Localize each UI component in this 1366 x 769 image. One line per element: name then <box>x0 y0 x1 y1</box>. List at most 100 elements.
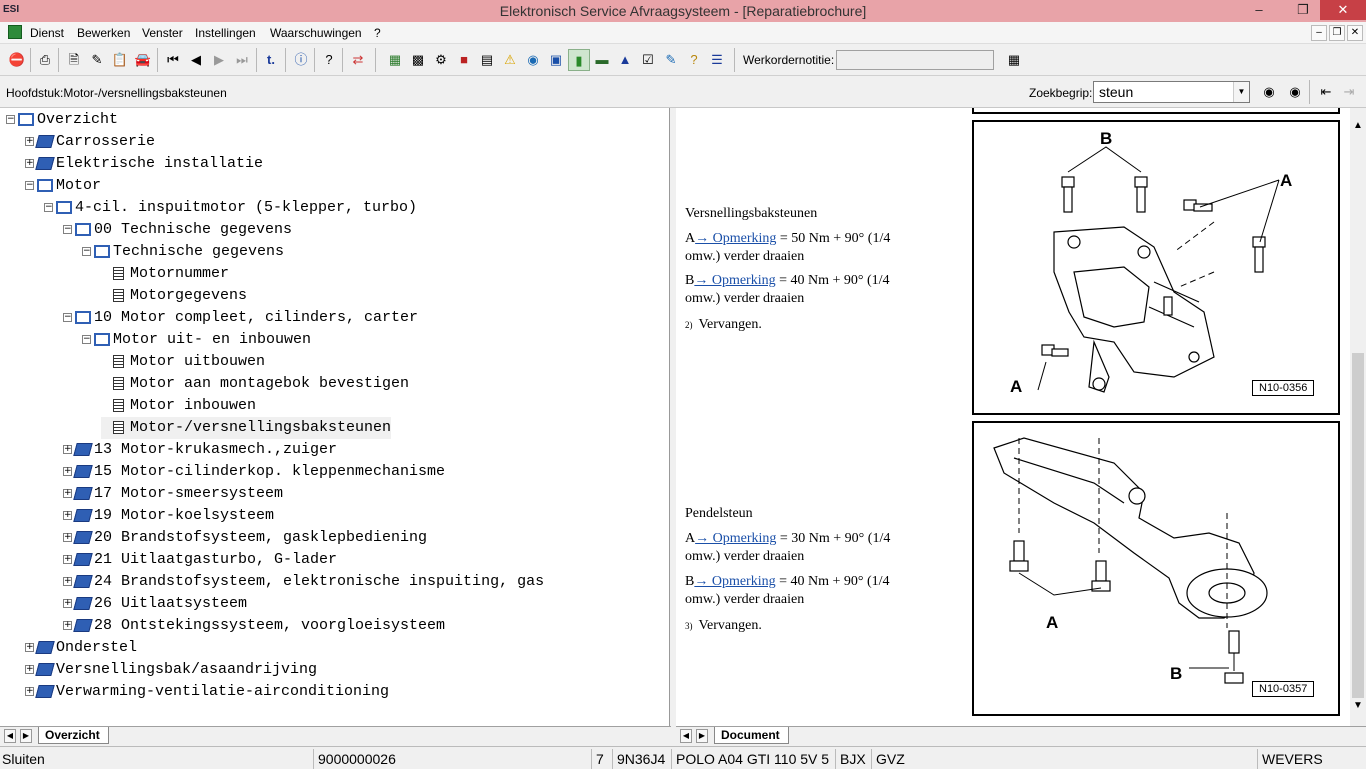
menu-bewerken[interactable]: Bewerken <box>77 26 130 40</box>
switch-icon[interactable]: ⇄ <box>347 49 369 71</box>
vehicle-icon[interactable]: 🚘 <box>132 49 154 71</box>
tree-item[interactable]: − 00 Technische gegevens <box>63 219 292 241</box>
tab-next-icon[interactable]: ▶ <box>20 729 32 743</box>
expand-icon[interactable]: + <box>63 532 72 542</box>
tree-item[interactable]: Motor aan montagebok bevestigen <box>101 373 409 395</box>
tree-item[interactable]: +13 Motor-krukasmech.,zuiger <box>63 439 337 461</box>
mdi-minimize-icon[interactable]: – <box>1311 25 1327 41</box>
close-button[interactable]: ✕ <box>1320 0 1366 20</box>
tree-item[interactable]: + Onderstel <box>25 637 137 659</box>
collapse-icon[interactable]: − <box>44 202 53 212</box>
minimize-button[interactable]: – <box>1244 0 1274 20</box>
tree-item[interactable]: +28 Ontstekingssysteem, voorgloeisysteem <box>63 615 445 637</box>
tree-item[interactable]: − 10 Motor compleet, cilinders, carter <box>63 307 418 329</box>
expand-icon[interactable]: + <box>63 510 72 520</box>
tree-item[interactable]: Motor inbouwen <box>101 395 256 417</box>
section2-a-link[interactable]: → Opmerking <box>695 531 776 546</box>
tree-item[interactable]: + Verwarming-ventilatie-airconditioning <box>25 681 389 703</box>
tree-item[interactable]: +15 Motor-cilinderkop. kleppenmechanisme <box>63 461 445 483</box>
expand-icon[interactable]: + <box>25 686 34 696</box>
help-book-icon[interactable]: ? <box>683 49 705 71</box>
expand-icon[interactable]: + <box>25 158 34 168</box>
menu-dienst[interactable]: Dienst <box>30 26 64 40</box>
tree-item[interactable]: − Motor <box>25 175 101 197</box>
next-page-icon[interactable]: ▶ <box>208 49 230 71</box>
stack-icon[interactable]: ☰ <box>706 49 728 71</box>
expand-icon[interactable]: + <box>63 444 72 454</box>
doc-tab-next-icon[interactable]: ▶ <box>696 729 708 743</box>
tree-item[interactable]: − 4-cil. inspuitmotor (5-klepper, turbo) <box>44 197 417 219</box>
menu-instellingen[interactable]: Instellingen <box>195 26 256 40</box>
scroll-thumb[interactable] <box>1352 353 1364 698</box>
tree-item[interactable]: − Motor uit- en inbouwen <box>82 329 311 351</box>
tab-prev-icon[interactable]: ◀ <box>4 729 16 743</box>
menu-venster[interactable]: Venster <box>142 26 183 40</box>
active-book-icon[interactable]: ▮ <box>568 49 590 71</box>
expand-icon[interactable]: + <box>63 620 72 630</box>
search-dropdown-icon[interactable]: ▼ <box>1233 82 1249 102</box>
search-input[interactable]: steun ▼ <box>1093 81 1250 103</box>
doc-tab-prev-icon[interactable]: ◀ <box>680 729 692 743</box>
edit-blue-icon[interactable]: ✎ <box>660 49 682 71</box>
section1-a-link[interactable]: → Opmerking <box>695 231 776 246</box>
notes-icon[interactable]: 📋 <box>109 49 131 71</box>
tree-item[interactable]: +21 Uitlaatgasturbo, G-lader <box>63 549 337 571</box>
expand-icon[interactable]: + <box>25 664 34 674</box>
collapse-icon[interactable]: − <box>82 334 91 344</box>
expand-icon[interactable]: + <box>25 136 34 146</box>
collapse-icon[interactable]: − <box>63 312 72 322</box>
tree-item[interactable]: +26 Uitlaatsysteem <box>63 593 247 615</box>
info-icon[interactable]: ⓘ <box>290 49 312 71</box>
tree-item[interactable]: +24 Brandstofsysteem, elektronische insp… <box>63 571 544 593</box>
checklist-icon[interactable]: ☑ <box>637 49 659 71</box>
tab-overzicht[interactable]: Overzicht <box>38 727 109 744</box>
tree-item[interactable]: +19 Motor-koelsysteem <box>63 505 274 527</box>
help-icon[interactable]: ? <box>318 49 340 71</box>
menu-help[interactable]: ? <box>374 26 381 40</box>
tree-item[interactable]: +20 Brandstofsysteem, gasklepbediening <box>63 527 427 549</box>
tree-item[interactable]: Motorgegevens <box>101 285 247 307</box>
print-icon[interactable]: ⎙ <box>34 49 56 71</box>
expand-icon[interactable]: + <box>63 576 72 586</box>
tree-item[interactable]: + Carrosserie <box>25 131 155 153</box>
car-blue-icon[interactable]: ▲ <box>614 49 636 71</box>
warning-icon[interactable]: ⚠ <box>499 49 521 71</box>
restore-button[interactable]: ❐ <box>1288 0 1318 20</box>
last-page-icon[interactable]: ⏭ <box>231 49 253 71</box>
tab-document[interactable]: Document <box>714 727 789 744</box>
red-book-icon[interactable]: ■ <box>453 49 475 71</box>
expand-icon[interactable]: + <box>63 554 72 564</box>
component-icon[interactable]: ⚙ <box>430 49 452 71</box>
menu-waarschuwingen[interactable]: Waarschuwingen <box>270 26 362 40</box>
tree-item[interactable]: + Elektrische installatie <box>25 153 263 175</box>
workorder-input[interactable] <box>836 50 994 70</box>
new-document-icon[interactable]: 🗎 <box>63 49 85 71</box>
document-list-icon[interactable]: ▤ <box>476 49 498 71</box>
expand-icon[interactable]: + <box>63 466 72 476</box>
scroll-up-icon[interactable]: ▲ <box>1353 120 1363 131</box>
document-scrollbar[interactable]: ▲ ▼ <box>1350 108 1366 726</box>
tree-item[interactable]: Motor uitbouwen <box>101 351 265 373</box>
tree-item[interactable]: +17 Motor-smeersysteem <box>63 483 283 505</box>
edit-document-icon[interactable]: ✎ <box>86 49 108 71</box>
collapse-left-icon[interactable]: ⇤ <box>1315 81 1337 103</box>
menu-app-icon[interactable] <box>8 25 22 39</box>
expand-icon[interactable]: + <box>63 598 72 608</box>
previous-page-icon[interactable]: ◀ <box>185 49 207 71</box>
collapse-icon[interactable]: − <box>82 246 91 256</box>
book-green-icon[interactable]: ▦ <box>384 49 406 71</box>
expand-icon[interactable]: + <box>63 488 72 498</box>
expand-icon[interactable]: + <box>25 642 34 652</box>
bucket-icon[interactable]: ▣ <box>545 49 567 71</box>
first-page-icon[interactable]: ⏮ <box>162 49 184 71</box>
scroll-down-icon[interactable]: ▼ <box>1353 700 1363 711</box>
collapse-icon[interactable]: − <box>6 114 15 124</box>
section2-b-link[interactable]: → Opmerking <box>694 574 775 589</box>
tree-item[interactable]: + Versnellingsbak/asaandrijving <box>25 659 317 681</box>
tree-item[interactable]: Motornummer <box>101 263 229 285</box>
exit-icon[interactable]: ⛔ <box>6 49 28 71</box>
tree-item[interactable]: − Technische gegevens <box>82 241 284 263</box>
expand-right-icon[interactable]: ⇥ <box>1338 81 1360 103</box>
section1-b-link[interactable]: → Opmerking <box>694 273 775 288</box>
collapse-icon[interactable]: − <box>63 224 72 234</box>
